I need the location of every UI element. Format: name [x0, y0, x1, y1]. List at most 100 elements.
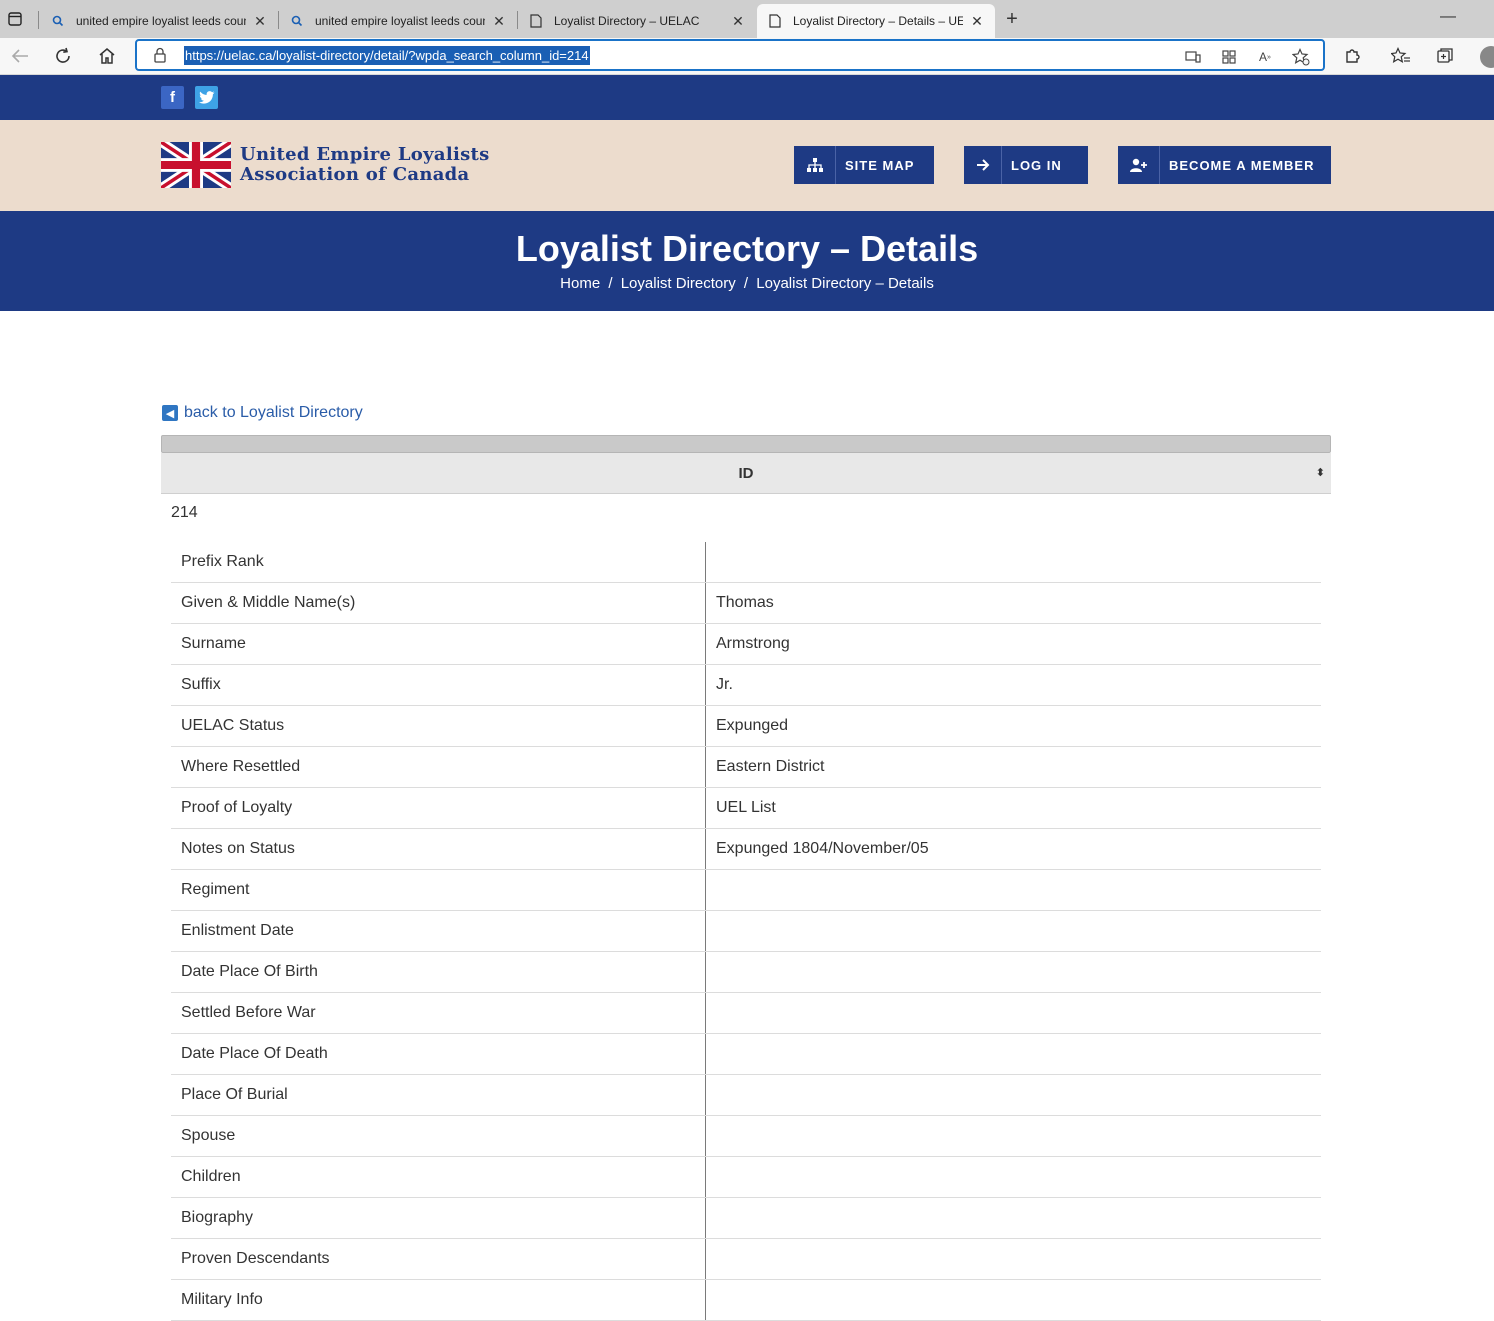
table-row: Surname Armstrong — [171, 624, 1321, 665]
table-row: Proof of Loyalty UEL List — [171, 788, 1321, 829]
site-map-label: SITE MAP — [845, 157, 915, 173]
record-id: 214 — [171, 504, 198, 521]
extensions-icon[interactable] — [1341, 45, 1363, 67]
field-label: Proof of Loyalty — [181, 799, 293, 816]
become-member-button[interactable]: BECOME A MEMBER — [1118, 146, 1331, 184]
tab-details-active[interactable]: Loyalist Directory – Details – UEL ✕ — [757, 4, 995, 38]
lock-icon[interactable] — [153, 47, 169, 63]
field-label: Biography — [181, 1209, 254, 1226]
field-value: Jr. — [716, 676, 733, 693]
field-value: Thomas — [716, 594, 774, 611]
url-text[interactable]: https://uelac.ca/loyalist-directory/deta… — [184, 46, 590, 65]
profile-avatar[interactable] — [1480, 46, 1494, 68]
reload-icon[interactable] — [49, 42, 77, 70]
table-row: Notes on Status Expunged 1804/November/05 — [171, 829, 1321, 870]
twitter-icon[interactable] — [195, 86, 218, 109]
page-title: Loyalist Directory – Details — [515, 228, 979, 269]
field-label: UELAC Status — [181, 717, 285, 734]
breadcrumb-loyalist-directory[interactable]: Loyalist Directory — [621, 274, 736, 294]
field-label: Date Place Of Death — [181, 1045, 328, 1062]
field-label: Place Of Burial — [181, 1086, 288, 1103]
tab-separator — [38, 11, 39, 29]
tab-search-1[interactable]: united empire loyalist leeds coun ✕ — [40, 4, 278, 38]
field-label: Given & Middle Name(s) — [181, 594, 356, 611]
breadcrumb-home[interactable]: Home — [560, 274, 600, 294]
breadcrumb-current: Loyalist Directory – Details — [756, 275, 934, 292]
breadcrumb-separator: / — [743, 275, 749, 292]
field-label: Surname — [181, 635, 246, 652]
apps-icon[interactable] — [1220, 48, 1238, 66]
back-link-label: back to Loyalist Directory — [184, 404, 363, 421]
field-label: Prefix Rank — [181, 553, 264, 570]
arrow-right-icon — [964, 146, 1002, 184]
table-row: UELAC Status Expunged — [171, 706, 1321, 747]
page-title-banner: Loyalist Directory – Details Home / Loya… — [0, 211, 1494, 311]
site-map-button[interactable]: SITE MAP — [794, 146, 934, 184]
table-row: Given & Middle Name(s) Thomas — [171, 583, 1321, 624]
logo-line-2: Association of Canada — [240, 164, 470, 185]
browser-tab-bar: united empire loyalist leeds coun ✕ unit… — [0, 0, 1494, 38]
sort-icon[interactable]: ⬍ — [1316, 453, 1325, 494]
table-top-bar — [161, 435, 1331, 453]
new-tab-icon[interactable]: + — [1001, 8, 1023, 30]
detail-table: Prefix Rank Given & Middle Name(s) Thomas S… — [171, 542, 1321, 1321]
table-row: Suffix Jr. — [171, 665, 1321, 706]
site-logo-text[interactable]: United Empire Loyalists Association of C… — [240, 145, 490, 185]
favorites-icon[interactable] — [1390, 45, 1412, 67]
field-label: Where Resettled — [181, 758, 301, 775]
table-row: Biography — [171, 1198, 1321, 1239]
table-row: Settled Before War — [171, 993, 1321, 1034]
search-icon — [50, 13, 66, 29]
facebook-icon[interactable]: f — [161, 86, 184, 109]
facebook-glyph: f — [170, 89, 175, 106]
close-icon[interactable]: ✕ — [252, 13, 268, 29]
sitemap-icon — [794, 146, 836, 184]
close-icon[interactable]: ✕ — [491, 13, 507, 29]
page-icon — [528, 13, 544, 29]
log-in-button[interactable]: LOG IN — [964, 146, 1088, 184]
table-row: Enlistment Date — [171, 911, 1321, 952]
page-icon — [767, 13, 783, 29]
collections-icon[interactable] — [1434, 45, 1456, 67]
table-row: Date Place Of Birth — [171, 952, 1321, 993]
back-arrow-icon[interactable] — [6, 42, 34, 70]
add-user-icon — [1118, 146, 1160, 184]
field-value: Expunged 1804/November/05 — [716, 840, 929, 857]
field-value: UEL List — [716, 799, 776, 816]
tab-search-2[interactable]: united empire loyalist leeds coun ✕ — [279, 4, 517, 38]
table-row: Spouse — [171, 1116, 1321, 1157]
tab-title: Loyalist Directory – Details – UEL — [793, 14, 963, 28]
id-column-header[interactable]: ID ⬍ — [161, 453, 1331, 494]
tab-title: united empire loyalist leeds coun — [315, 14, 485, 28]
table-row: Place Of Burial — [171, 1075, 1321, 1116]
browser-toolbar: https://uelac.ca/loyalist-directory/deta… — [0, 38, 1494, 75]
tab-actions-icon[interactable] — [0, 0, 30, 38]
table-row: Children — [171, 1157, 1321, 1198]
site-top-bar: f — [0, 75, 1494, 120]
field-label: Spouse — [181, 1127, 236, 1144]
field-label: Notes on Status — [181, 840, 295, 857]
back-to-directory-link[interactable]: ◀ back to Loyalist Directory — [162, 402, 363, 424]
add-favorite-icon[interactable] — [1292, 48, 1310, 66]
search-icon — [289, 13, 305, 29]
logo-line-1: United Empire Loyalists — [240, 144, 490, 165]
union-jack-logo[interactable] — [161, 142, 231, 188]
home-icon[interactable] — [93, 42, 121, 70]
read-aloud-icon[interactable]: A» — [1256, 48, 1274, 66]
table-row: Military Info — [171, 1280, 1321, 1321]
tab-directory[interactable]: Loyalist Directory – UELAC ✕ — [518, 4, 756, 38]
table-row: Regiment — [171, 870, 1321, 911]
field-value: Armstrong — [716, 635, 790, 652]
close-icon[interactable]: ✕ — [969, 13, 985, 29]
immersive-reader-icon[interactable] — [1184, 48, 1202, 66]
address-bar[interactable]: https://uelac.ca/loyalist-directory/deta… — [135, 39, 1325, 71]
tab-title: Loyalist Directory – UELAC — [554, 14, 700, 28]
minimize-icon[interactable]: — — [1440, 8, 1460, 28]
field-label: Settled Before War — [181, 1004, 316, 1021]
table-row: Date Place Of Death — [171, 1034, 1321, 1075]
field-label: Suffix — [181, 676, 221, 693]
close-icon[interactable]: ✕ — [730, 13, 746, 29]
table-row: Prefix Rank — [171, 542, 1321, 583]
tab-title: united empire loyalist leeds coun — [76, 14, 246, 28]
breadcrumb-separator: / — [608, 275, 613, 292]
